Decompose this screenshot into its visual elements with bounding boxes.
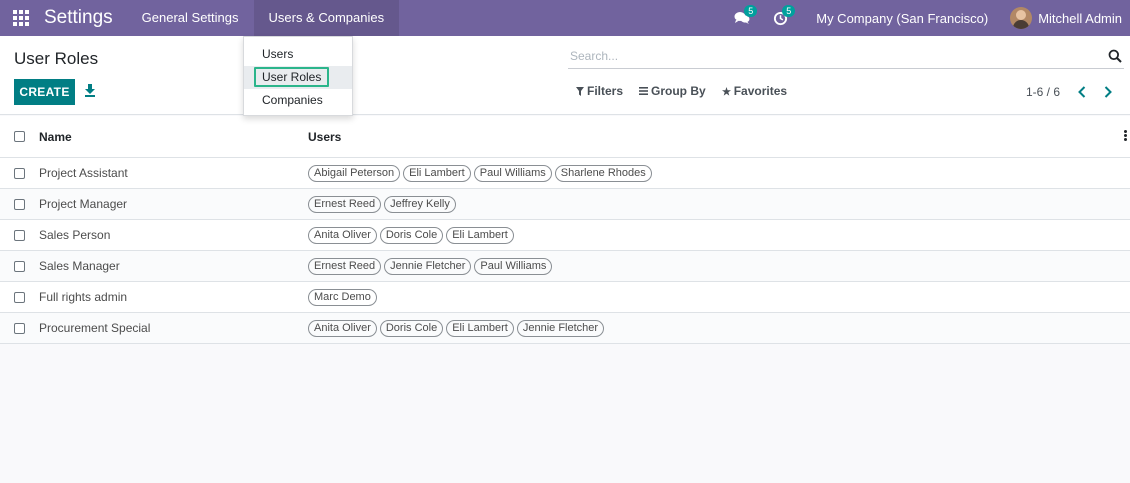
role-name: Procurement Special xyxy=(39,321,151,335)
user-tag: Anita Oliver xyxy=(308,226,377,244)
group-by-button[interactable]: Group By xyxy=(639,84,706,98)
group-by-label: Group By xyxy=(651,84,706,98)
avatar xyxy=(1010,7,1033,29)
user-tag: Ernest Reed xyxy=(308,257,382,275)
search-bar xyxy=(568,44,1124,69)
bars-icon xyxy=(639,87,649,95)
row-checkbox[interactable] xyxy=(14,198,25,210)
search-options: Filters Group By Favorites xyxy=(576,84,803,98)
user-tag: Paul Williams xyxy=(473,164,552,182)
search-input[interactable] xyxy=(568,49,1108,63)
user-tag: Abigail Peterson xyxy=(308,164,401,182)
optional-columns-icon[interactable] xyxy=(1124,130,1127,142)
favorites-label: Favorites xyxy=(733,84,788,98)
menu-users-companies[interactable]: Users & Companies xyxy=(253,0,400,36)
apps-menu-icon[interactable] xyxy=(0,0,42,36)
filter-icon xyxy=(576,86,584,96)
users-tags: Ernest Reed Jeffrey Kelly xyxy=(308,195,459,213)
row-checkbox[interactable] xyxy=(14,167,25,179)
user-tag: Jeffrey Kelly xyxy=(384,195,456,213)
users-tags: Marc Demo xyxy=(308,288,380,306)
filters-button[interactable]: Filters xyxy=(576,84,623,98)
user-tag: Doris Cole xyxy=(379,319,444,337)
page-title: User Roles xyxy=(14,49,99,68)
user-name: Mitchell Admin xyxy=(1038,10,1122,26)
user-tag: Anita Oliver xyxy=(308,319,377,337)
dropdown-item-companies[interactable]: Companies xyxy=(244,89,352,112)
table-row[interactable]: Sales Person Anita Oliver Doris Cole Eli La… xyxy=(0,220,1130,251)
user-tag: Eli Lambert xyxy=(446,319,514,337)
pager-next-icon[interactable] xyxy=(1100,83,1116,101)
user-tag: Eli Lambert xyxy=(403,164,471,182)
user-tag: Marc Demo xyxy=(308,288,377,306)
users-tags: Abigail Peterson Eli Lambert Paul Williams… xyxy=(308,164,655,182)
app-name[interactable]: Settings xyxy=(42,0,127,36)
activities-count-badge: 5 xyxy=(782,5,796,17)
favorites-button[interactable]: Favorites xyxy=(721,84,788,98)
user-tag: Ernest Reed xyxy=(308,195,382,213)
filters-label: Filters xyxy=(587,84,624,98)
table-row[interactable]: Project Manager Ernest Reed Jeffrey Kelly xyxy=(0,189,1130,220)
role-name: Sales Person xyxy=(39,228,111,242)
pager-value[interactable]: 1-6 / 6 xyxy=(1026,85,1060,99)
dropdown-item-users[interactable]: Users xyxy=(244,43,352,66)
row-checkbox[interactable] xyxy=(14,260,25,272)
role-name: Sales Manager xyxy=(39,259,120,273)
user-menu[interactable]: Mitchell Admin xyxy=(1010,7,1130,29)
user-tag: Sharlene Rhodes xyxy=(554,164,652,182)
list-body: Project Assistant Abigail Peterson Eli Lam… xyxy=(0,158,1130,344)
pager: 1-6 / 6 xyxy=(1026,83,1126,101)
table-row[interactable]: Project Assistant Abigail Peterson Eli Lam… xyxy=(0,158,1130,189)
users-companies-dropdown: Users User Roles Companies xyxy=(243,36,353,116)
user-tag: Doris Cole xyxy=(379,226,444,244)
role-name: Project Manager xyxy=(39,197,128,211)
row-checkbox[interactable] xyxy=(14,229,25,241)
company-switcher[interactable]: My Company (San Francisco) xyxy=(806,11,1010,26)
users-tags: Ernest Reed Jennie Fletcher Paul Williams xyxy=(308,257,555,275)
systray: 5 5 My Company (San Francisco) Mitchell … xyxy=(730,0,1130,36)
list-view: Name Users Project Assistant Abigail Pete… xyxy=(0,116,1130,344)
table-row[interactable]: Sales Manager Ernest Reed Jennie Fletcher P… xyxy=(0,251,1130,282)
table-row[interactable]: Procurement Special Anita Oliver Doris Col… xyxy=(0,313,1130,344)
list-header: Name Users xyxy=(0,116,1130,158)
users-tags: Anita Oliver Doris Cole Eli Lambert xyxy=(308,226,517,244)
role-name: Project Assistant xyxy=(39,166,128,180)
row-checkbox[interactable] xyxy=(14,291,25,303)
activities-systray[interactable]: 5 xyxy=(768,0,796,36)
user-tag: Paul Williams xyxy=(474,257,553,275)
dropdown-item-user-roles[interactable]: User Roles xyxy=(244,66,352,89)
pager-previous-icon[interactable] xyxy=(1074,83,1090,101)
users-tags: Anita Oliver Doris Cole Eli Lambert Jennie … xyxy=(308,319,607,337)
download-icon[interactable] xyxy=(84,83,96,97)
column-header-users[interactable]: Users xyxy=(308,130,341,144)
user-tag: Jennie Fletcher xyxy=(384,257,472,275)
user-tag: Eli Lambert xyxy=(446,226,514,244)
role-name: Full rights admin xyxy=(39,290,128,304)
table-row[interactable]: Full rights admin Marc Demo xyxy=(0,282,1130,313)
star-icon xyxy=(721,86,731,96)
menu-general-settings[interactable]: General Settings xyxy=(127,0,254,36)
control-panel: User Roles CREATE Filters Group By xyxy=(0,36,1130,115)
top-navbar: Settings General Settings Users & Compan… xyxy=(0,0,1130,36)
user-tag: Jennie Fletcher xyxy=(516,319,605,337)
search-icon[interactable] xyxy=(1108,49,1122,63)
select-all-checkbox[interactable] xyxy=(14,131,25,142)
row-checkbox[interactable] xyxy=(14,322,25,334)
column-header-name[interactable]: Name xyxy=(39,130,308,144)
messages-count-badge: 5 xyxy=(744,5,758,17)
messages-systray[interactable]: 5 xyxy=(730,0,758,36)
create-button[interactable]: CREATE xyxy=(14,79,75,105)
